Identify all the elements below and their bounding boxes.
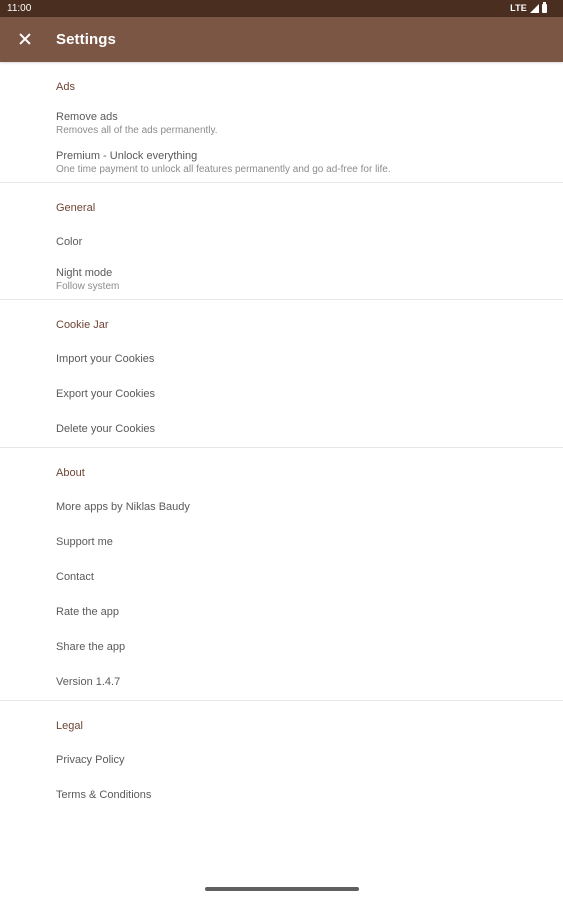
preference-item[interactable]: Terms & Conditions xyxy=(0,778,563,813)
preference-title: Color xyxy=(56,236,83,248)
settings-section: Cookie Jar Import your Cookies Export your… xyxy=(0,300,563,448)
preference-item[interactable]: Export your Cookies xyxy=(0,377,563,412)
preference-item[interactable]: Import your Cookies xyxy=(0,342,563,377)
preference-item[interactable]: Remove ads Removes all of the ads permane… xyxy=(0,104,563,143)
preference-summary: Follow system xyxy=(56,281,120,292)
app-bar: Settings xyxy=(0,17,563,62)
battery-icon xyxy=(542,2,547,13)
page-title: Settings xyxy=(56,31,116,48)
preference-title: Terms & Conditions xyxy=(56,789,152,801)
preference-title: Remove ads xyxy=(56,111,118,123)
preference-item[interactable]: Night mode Follow system xyxy=(0,260,563,299)
preference-item[interactable]: Privacy Policy xyxy=(0,743,563,778)
section-header: General xyxy=(56,202,96,214)
preference-item[interactable]: Support me xyxy=(0,525,563,560)
status-bar: 11:00 LTE xyxy=(0,0,563,17)
signal-icon xyxy=(530,3,539,13)
settings-screen: 11:00 LTE Settings Ads Remove ads Removes … xyxy=(0,0,563,900)
preference-title: Privacy Policy xyxy=(56,754,125,766)
preference-title: Version 1.4.7 xyxy=(56,676,121,688)
status-indicators: LTE xyxy=(510,2,547,13)
network-type: LTE xyxy=(510,3,527,13)
preference-title: Premium - Unlock everything xyxy=(56,150,198,162)
preference-item[interactable]: Delete your Cookies xyxy=(0,412,563,447)
section-header: About xyxy=(56,467,85,479)
status-time: 11:00 xyxy=(7,3,32,14)
section-header: Ads xyxy=(56,81,75,93)
preference-item[interactable]: More apps by Niklas Baudy xyxy=(0,490,563,525)
section-header: Cookie Jar xyxy=(56,319,109,331)
settings-section: About More apps by Niklas Baudy Support me… xyxy=(0,448,563,701)
preference-item[interactable]: Color xyxy=(0,225,563,260)
preference-item[interactable]: Share the app xyxy=(0,630,563,665)
gesture-nav-handle[interactable] xyxy=(205,887,359,891)
preference-item[interactable]: Contact xyxy=(0,560,563,595)
preference-title: Support me xyxy=(56,536,113,548)
preference-title: More apps by Niklas Baudy xyxy=(56,501,190,513)
preference-item[interactable]: Premium - Unlock everything One time paym… xyxy=(0,143,563,182)
preference-item[interactable]: Rate the app xyxy=(0,595,563,630)
preference-title: Import your Cookies xyxy=(56,353,155,365)
settings-section: Ads Remove ads Removes all of the ads perm… xyxy=(0,62,563,183)
preference-item[interactable]: Version 1.4.7 xyxy=(0,665,563,700)
preference-summary: One time payment to unlock all features … xyxy=(56,164,391,175)
preference-title: Share the app xyxy=(56,641,126,653)
section-header: Legal xyxy=(56,720,83,732)
preference-title: Contact xyxy=(56,571,94,583)
preference-title: Delete your Cookies xyxy=(56,423,156,435)
preference-title: Rate the app xyxy=(56,606,119,618)
settings-section: General Color Night mode Follow system xyxy=(0,183,563,300)
settings-section: Legal Privacy Policy Terms & Conditions xyxy=(0,701,563,813)
settings-list: Ads Remove ads Removes all of the ads perm… xyxy=(0,62,563,813)
preference-summary: Removes all of the ads permanently. xyxy=(56,125,218,136)
preference-title: Night mode xyxy=(56,267,113,279)
close-icon[interactable] xyxy=(14,28,36,50)
preference-title: Export your Cookies xyxy=(56,388,156,400)
